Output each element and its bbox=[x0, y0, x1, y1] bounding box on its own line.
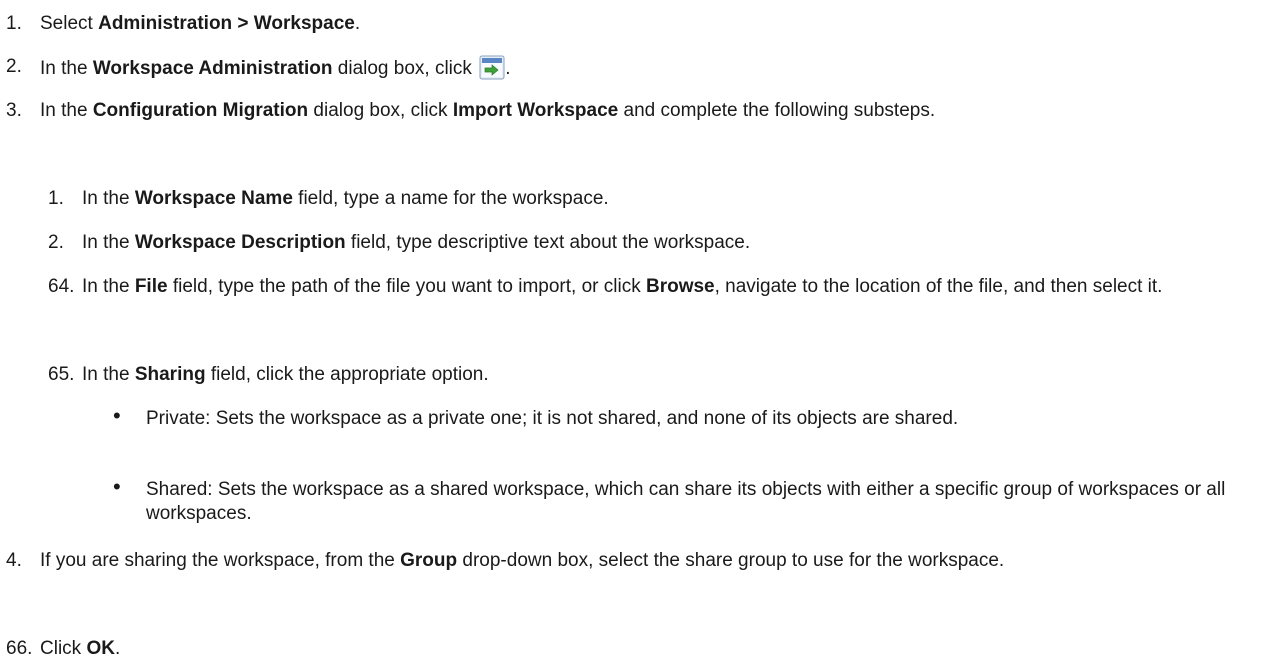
step-number: 4. bbox=[6, 550, 22, 571]
step-number: 1. bbox=[6, 13, 22, 34]
step-text: In the bbox=[40, 58, 93, 79]
bullet-private: • Private: Sets the workspace as a priva… bbox=[0, 403, 1249, 431]
bullet-shared: • Shared: Sets the workspace as a shared… bbox=[0, 474, 1249, 526]
step-number: 64. bbox=[48, 276, 75, 297]
ui-term: File bbox=[134, 276, 168, 297]
ui-term: Configuration Migration bbox=[92, 100, 309, 121]
ui-term: Import Workspace bbox=[452, 100, 619, 121]
step-text: . bbox=[505, 58, 511, 79]
step-text: Select bbox=[40, 13, 99, 34]
step-text: and complete the following substeps. bbox=[618, 100, 936, 121]
bullet-marker: • bbox=[113, 474, 121, 499]
step-text: dialog box, click bbox=[308, 100, 453, 121]
substep-file: 64. In the File field, type the path of … bbox=[0, 275, 1249, 299]
step-configuration-migration: 3. In the Configuration Migration dialog… bbox=[0, 99, 1249, 123]
step-text: In the bbox=[40, 100, 93, 121]
step-number: 2. bbox=[48, 232, 64, 253]
step-select-administration: 1. Select Administration > Workspace. bbox=[0, 12, 1249, 36]
step-text: In the bbox=[82, 232, 135, 253]
step-text: . bbox=[354, 13, 361, 34]
ui-term: OK bbox=[86, 638, 115, 659]
step-workspace-administration: 2. In the Workspace Administration dialo… bbox=[0, 55, 1249, 81]
import-workspace-icon[interactable] bbox=[479, 55, 505, 80]
step-text: field, click the appropriate option. bbox=[205, 364, 489, 385]
ui-term: Group bbox=[400, 550, 458, 571]
step-text: field, type descriptive text about the w… bbox=[345, 232, 751, 253]
step-text: Private: Sets the workspace as a private… bbox=[146, 408, 959, 429]
step-text: In the bbox=[82, 364, 135, 385]
substep-sharing: 65. In the Sharing field, click the appr… bbox=[0, 363, 1249, 387]
step-text: Shared: Sets the workspace as a shared w… bbox=[146, 479, 1226, 524]
ui-term: Browse bbox=[645, 276, 715, 297]
step-number: 2. bbox=[6, 56, 22, 77]
ui-term: Workspace Description bbox=[134, 232, 346, 253]
step-text: In the bbox=[82, 188, 135, 209]
step-text: If you are sharing the workspace, from t… bbox=[40, 550, 401, 571]
instruction-document: 1. Select Administration > Workspace. 2.… bbox=[0, 0, 1265, 666]
ui-term: Workspace Administration bbox=[92, 58, 333, 79]
step-number: 65. bbox=[48, 364, 75, 385]
step-click-ok: 66. Click OK. bbox=[0, 637, 1249, 661]
step-number: 1. bbox=[48, 188, 64, 209]
ui-term: Administration > Workspace bbox=[98, 13, 355, 34]
step-text: , navigate to the location of the file, … bbox=[714, 276, 1163, 297]
ui-term: Sharing bbox=[134, 364, 206, 385]
substep-workspace-description: 2. In the Workspace Description field, t… bbox=[0, 231, 1249, 255]
step-number: 3. bbox=[6, 100, 22, 121]
ui-term: Workspace Name bbox=[134, 188, 293, 209]
step-text: field, type a name for the workspace. bbox=[292, 188, 609, 209]
step-group: 4. If you are sharing the workspace, fro… bbox=[0, 549, 1249, 573]
step-text: dialog box, click bbox=[332, 58, 478, 79]
step-text: field, type the path of the file you wan… bbox=[167, 276, 646, 297]
step-text: Click bbox=[40, 638, 87, 659]
substep-workspace-name: 1. In the Workspace Name field, type a n… bbox=[0, 187, 1249, 211]
bullet-marker: • bbox=[113, 403, 121, 428]
step-text: In the bbox=[82, 276, 135, 297]
step-number: 66. bbox=[6, 638, 33, 659]
step-text: drop-down box, select the share group to… bbox=[457, 550, 1005, 571]
step-text: . bbox=[114, 638, 121, 659]
